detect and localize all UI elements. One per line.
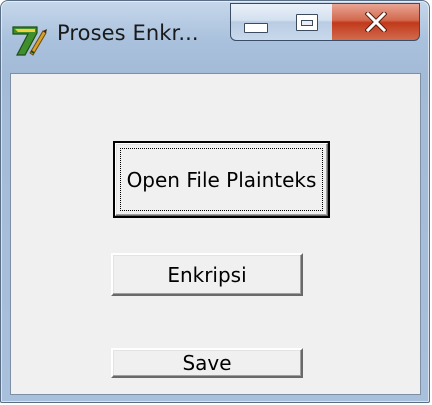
delphi-app-icon [12, 26, 47, 56]
client-area: Open File Plainteks Enkripsi Save [10, 73, 421, 395]
maximize-icon [295, 13, 318, 31]
maximize-button[interactable] [281, 3, 333, 41]
encrypt-button-label: Enkripsi [167, 262, 247, 287]
app-window: Proses Enkr... Open File Plainteks Enkri… [0, 0, 430, 403]
save-button-label: Save [182, 351, 232, 375]
open-file-button[interactable]: Open File Plainteks [113, 141, 330, 218]
encrypt-button[interactable]: Enkripsi [111, 253, 303, 296]
close-icon [364, 12, 387, 32]
close-button[interactable] [332, 3, 420, 41]
save-button[interactable]: Save [111, 348, 303, 378]
title-bar[interactable]: Proses Enkr... [1, 1, 429, 73]
open-file-button-label: Open File Plainteks [126, 167, 317, 192]
window-title: Proses Enkr... [57, 21, 199, 45]
minimize-icon [244, 23, 268, 33]
minimize-button[interactable] [230, 3, 282, 41]
